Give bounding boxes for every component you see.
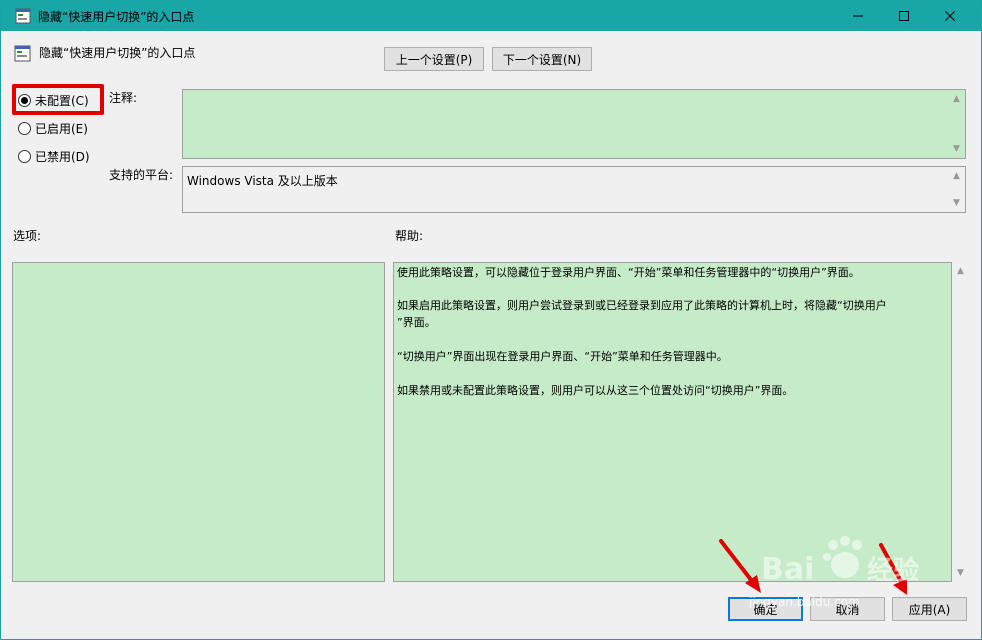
svg-text:经验: 经验 (867, 555, 919, 586)
scroll-up-icon[interactable]: ▲ (953, 171, 960, 181)
platform-label: 支持的平台: (109, 168, 174, 182)
setting-title: 隐藏“快速用户切换”的入口点 (39, 46, 196, 60)
minimize-icon (853, 15, 863, 17)
scroll-up-icon[interactable]: ▲ (953, 94, 960, 104)
baidu-watermark-logo: Bai 经验 (761, 536, 919, 587)
radio-disabled[interactable]: 已禁用(D) (18, 148, 90, 165)
radio-button[interactable] (18, 150, 31, 163)
title-bar[interactable]: 隐藏“快速用户切换”的入口点 (1, 1, 981, 31)
scroll-down-icon[interactable]: ▼ (953, 144, 960, 154)
policy-settings-icon (14, 45, 31, 62)
scroll-down-icon[interactable]: ▼ (957, 568, 964, 578)
help-paragraph: “切换用户”界面出现在登录用户界面、“开始”菜单和任务管理器中。 (397, 350, 728, 363)
options-panel (12, 262, 385, 582)
minimize-button[interactable] (835, 1, 881, 31)
window-title: 隐藏“快速用户切换”的入口点 (38, 10, 195, 24)
maximize-icon (899, 11, 909, 21)
maximize-button[interactable] (881, 1, 927, 31)
close-button[interactable] (927, 1, 973, 31)
platform-value: Windows Vista 及以上版本 (187, 174, 338, 188)
radio-button[interactable] (18, 122, 31, 135)
comment-textarea[interactable] (182, 89, 966, 159)
watermark-url: jingyan.baidu.com (749, 595, 860, 609)
help-paragraph: 如果启用此策略设置，则用户尝试登录到或已经登录到应用了此策略的计算机上时，将隐藏… (397, 297, 887, 331)
radio-label: 已启用(E) (35, 122, 88, 136)
policy-settings-icon (15, 8, 31, 24)
previous-setting-button[interactable]: 上一个设置(P) (384, 47, 484, 71)
svg-text:Bai: Bai (761, 552, 814, 587)
close-icon (945, 11, 955, 21)
scroll-up-icon[interactable]: ▲ (957, 266, 964, 276)
next-setting-button[interactable]: 下一个设置(N) (492, 47, 592, 71)
help-paragraph-line: ”界面。 (397, 316, 436, 329)
help-label: 帮助: (395, 229, 424, 243)
options-label: 选项: (13, 229, 42, 243)
platform-field: Windows Vista 及以上版本 (182, 166, 966, 213)
comment-label: 注释: (109, 91, 138, 105)
radio-enabled[interactable]: 已启用(E) (18, 120, 88, 137)
help-paragraph: 如果禁用或未配置此策略设置，则用户可以从这三个位置处访问“切换用户”界面。 (397, 384, 794, 397)
help-paragraph-line: 如果启用此策略设置，则用户尝试登录到或已经登录到应用了此策略的计算机上时，将隐藏… (397, 299, 887, 312)
scroll-down-icon[interactable]: ▼ (953, 198, 960, 208)
help-paragraph: 使用此策略设置，可以隐藏位于登录用户界面、“开始”菜单和任务管理器中的“切换用户… (397, 266, 860, 279)
policy-dialog: 隐藏“快速用户切换”的入口点 隐藏“快速用户切换”的入口点 上一个设置(P) 下… (0, 0, 982, 640)
apply-button[interactable]: 应用(A) (892, 597, 967, 621)
radio-label: 已禁用(D) (35, 150, 90, 164)
red-arrow-icon (719, 539, 761, 593)
red-highlight-box (12, 84, 104, 115)
